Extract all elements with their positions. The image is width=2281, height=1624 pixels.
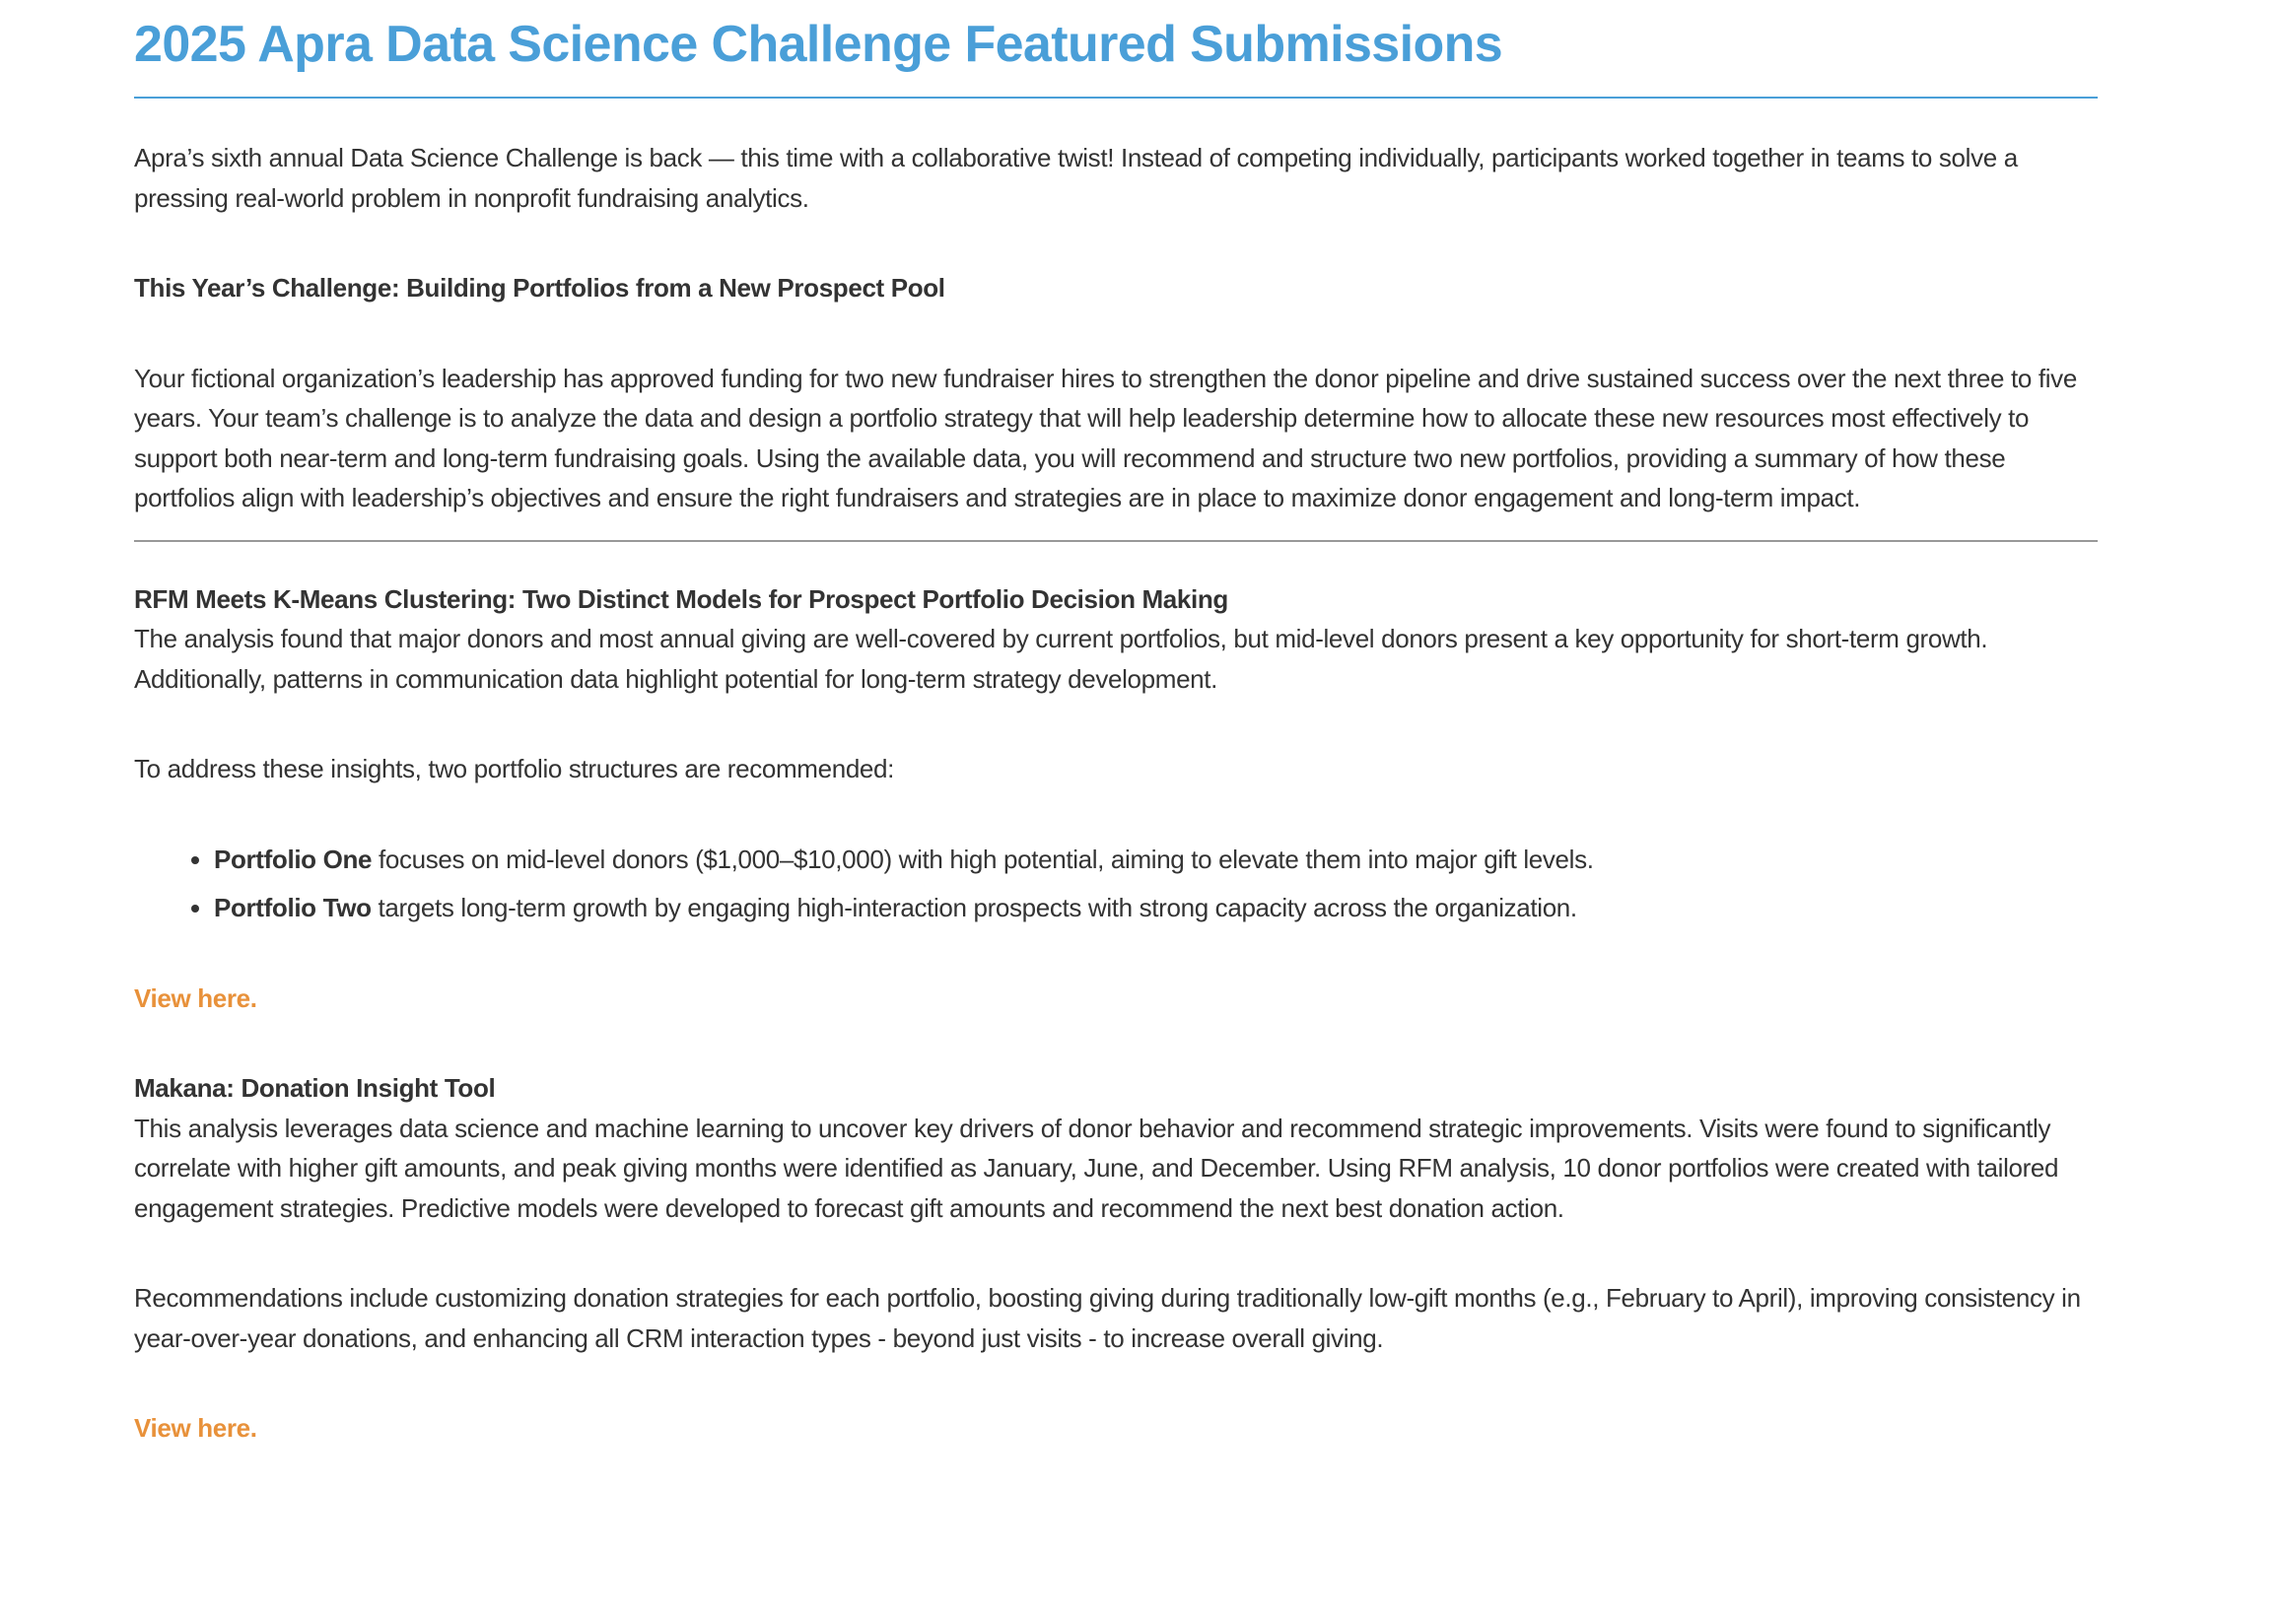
- title-divider: [134, 97, 2098, 99]
- view-here-link[interactable]: View here.: [134, 1413, 257, 1443]
- submission-body: Recommendations include customizing dona…: [134, 1283, 2081, 1353]
- article: 2025 Apra Data Science Challenge Feature…: [134, 0, 2098, 1499]
- portfolio-name: Portfolio Two: [214, 893, 372, 922]
- list-item: Portfolio One focuses on mid-level donor…: [214, 840, 2098, 880]
- intro-paragraph: Apra’s sixth annual Data Science Challen…: [134, 143, 2018, 213]
- portfolio-name: Portfolio One: [214, 844, 373, 874]
- section-divider: [134, 539, 2098, 542]
- submission-heading: RFM Meets K-Means Clustering: Two Distin…: [134, 583, 1228, 614]
- portfolio-description: focuses on mid-level donors ($1,000–$10,…: [372, 844, 1594, 874]
- submission-body: To address these insights, two portfolio…: [134, 754, 895, 783]
- page-title: 2025 Apra Data Science Challenge Feature…: [134, 16, 1503, 73]
- challenge-body: Your fictional organization’s leadership…: [134, 363, 2077, 513]
- submission-body: The analysis found that major donors and…: [134, 624, 1988, 694]
- list-item: Portfolio Two targets long-term growth b…: [214, 888, 2098, 928]
- submission-heading: Makana: Donation Insight Tool: [134, 1073, 496, 1103]
- view-here-link[interactable]: View here.: [134, 983, 257, 1013]
- portfolio-list: Portfolio One focuses on mid-level donor…: [134, 840, 2098, 928]
- challenge-heading: This Year’s Challenge: Building Portfoli…: [134, 273, 945, 303]
- portfolio-description: targets long-term growth by engaging hig…: [371, 893, 1577, 922]
- submission-body: This analysis leverages data science and…: [134, 1113, 2059, 1223]
